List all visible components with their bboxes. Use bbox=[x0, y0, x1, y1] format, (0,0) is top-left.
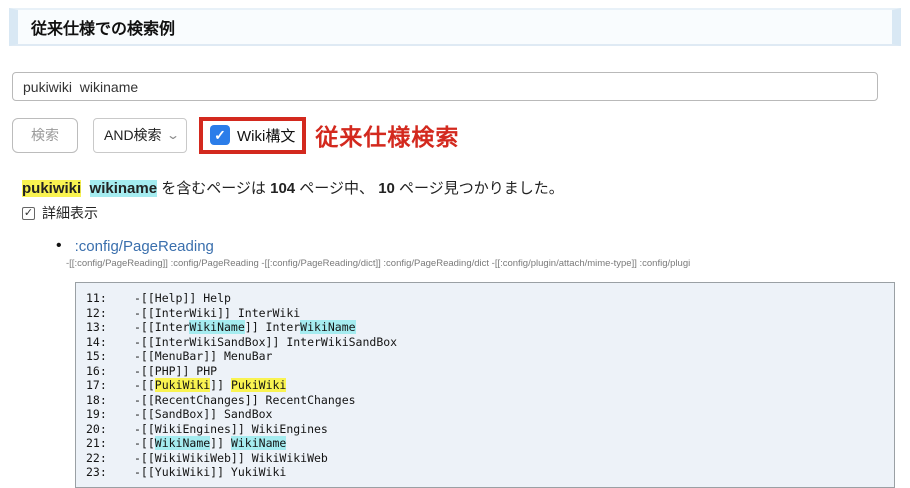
code-line: 19:-[[SandBox]] SandBox bbox=[86, 407, 894, 422]
text-segment: -[[ bbox=[134, 436, 155, 450]
detail-display-label: 詳細表示 bbox=[42, 203, 98, 223]
annotation-text: 従来仕様検索 bbox=[315, 118, 459, 152]
search-input[interactable] bbox=[12, 72, 878, 101]
code-line-number: 14: bbox=[86, 335, 134, 350]
code-line: 13:-[[InterWikiName]] InterWikiName bbox=[86, 320, 894, 335]
code-line: 14:-[[InterWikiSandBox]] InterWikiSandBo… bbox=[86, 335, 894, 350]
highlighted-term: PukiWiki bbox=[155, 378, 210, 392]
code-line: 17:-[[PukiWiki]] PukiWiki bbox=[86, 378, 894, 393]
text-segment: -[[PHP]] PHP bbox=[134, 364, 217, 378]
code-line-number: 16: bbox=[86, 364, 134, 379]
search-result-summary: pukiwiki wikiname を含むページは 104 ページ中、 10 ペ… bbox=[22, 177, 910, 198]
code-line: 16:-[[PHP]] PHP bbox=[86, 364, 894, 379]
code-line-number: 21: bbox=[86, 436, 134, 451]
code-preview-block: 11:-[[Help]] Help12:-[[InterWiki]] Inter… bbox=[75, 282, 895, 488]
text-segment: ページ見つかりました。 bbox=[395, 180, 564, 197]
text-segment: -[[WikiEngines]] WikiEngines bbox=[134, 422, 328, 436]
text-segment: を含むページは bbox=[157, 180, 270, 197]
section-header: 従来仕様での検索例 bbox=[9, 8, 901, 46]
code-line-number: 19: bbox=[86, 407, 134, 422]
bullet-icon: • bbox=[56, 237, 62, 255]
annotation-highlight-box: ✓ Wiki構文 bbox=[199, 117, 306, 154]
result-match-context: -[[:config/PageReading]] :config/PageRea… bbox=[66, 258, 898, 269]
code-line-number: 20: bbox=[86, 422, 134, 437]
search-mode-value: AND検索 bbox=[104, 125, 162, 145]
code-line-number: 12: bbox=[86, 306, 134, 321]
code-line: 23:-[[YukiWiki]] YukiWiki bbox=[86, 465, 894, 480]
code-line-number: 15: bbox=[86, 349, 134, 364]
search-button[interactable]: 検索 bbox=[12, 118, 78, 153]
text-segment: 10 bbox=[378, 180, 395, 197]
code-line-number: 17: bbox=[86, 378, 134, 393]
highlighted-term: WikiName bbox=[155, 436, 210, 450]
code-line-number: 23: bbox=[86, 465, 134, 480]
code-line-number: 18: bbox=[86, 393, 134, 408]
code-line: 18:-[[RecentChanges]] RecentChanges bbox=[86, 393, 894, 408]
highlighted-term: WikiName bbox=[189, 320, 244, 334]
checkmark-icon: ✓ bbox=[24, 208, 33, 219]
text-segment: -[[SandBox]] SandBox bbox=[134, 407, 272, 421]
text-segment: -[[YukiWiki]] YukiWiki bbox=[134, 465, 286, 479]
text-segment: -[[Help]] Help bbox=[134, 291, 231, 305]
code-line: 22:-[[WikiWikiWeb]] WikiWikiWeb bbox=[86, 451, 894, 466]
highlighted-term: wikiname bbox=[90, 180, 158, 197]
text-segment: ]] Inter bbox=[245, 320, 300, 334]
text-segment bbox=[81, 180, 89, 197]
text-segment: -[[WikiWikiWeb]] WikiWikiWeb bbox=[134, 451, 328, 465]
text-segment: -[[InterWikiSandBox]] InterWikiSandBox bbox=[134, 335, 397, 349]
text-segment: ]] bbox=[210, 378, 231, 392]
section-title: 従来仕様での検索例 bbox=[31, 15, 175, 39]
code-line: 12:-[[InterWiki]] InterWiki bbox=[86, 306, 894, 321]
wiki-syntax-label: Wiki構文 bbox=[237, 125, 295, 146]
result-item: • :config/PageReading -[[:config/PageRea… bbox=[56, 237, 910, 269]
text-segment: ]] bbox=[210, 436, 231, 450]
text-segment: -[[MenuBar]] MenuBar bbox=[134, 349, 272, 363]
code-line: 11:-[[Help]] Help bbox=[86, 291, 894, 306]
checkmark-icon: ✓ bbox=[214, 127, 226, 144]
code-line-number: 13: bbox=[86, 320, 134, 335]
code-line-number: 22: bbox=[86, 451, 134, 466]
detail-display-checkbox[interactable]: ✓ bbox=[22, 207, 35, 220]
code-line: 15:-[[MenuBar]] MenuBar bbox=[86, 349, 894, 364]
result-page-link[interactable]: :config/PageReading bbox=[75, 238, 214, 255]
code-line: 21:-[[WikiName]] WikiName bbox=[86, 436, 894, 451]
text-segment: ページ中、 bbox=[295, 180, 378, 197]
search-mode-select[interactable]: AND検索 ⌄ bbox=[93, 118, 187, 153]
text-segment: -[[InterWiki]] InterWiki bbox=[134, 306, 300, 320]
text-segment: -[[RecentChanges]] RecentChanges bbox=[134, 393, 356, 407]
wiki-syntax-checkbox[interactable]: ✓ bbox=[210, 125, 230, 145]
code-line-number: 11: bbox=[86, 291, 134, 306]
highlighted-term: PukiWiki bbox=[231, 378, 286, 392]
chevron-down-icon: ⌄ bbox=[166, 129, 180, 141]
search-controls: 検索 AND検索 ⌄ ✓ Wiki構文 従来仕様検索 bbox=[12, 113, 910, 157]
detail-display-row: ✓ 詳細表示 bbox=[22, 203, 910, 223]
text-segment: 104 bbox=[270, 180, 295, 197]
highlighted-term: pukiwiki bbox=[22, 180, 81, 197]
text-segment: -[[ bbox=[134, 378, 155, 392]
code-line: 20:-[[WikiEngines]] WikiEngines bbox=[86, 422, 894, 437]
highlighted-term: WikiName bbox=[300, 320, 355, 334]
text-segment: -[[Inter bbox=[134, 320, 189, 334]
highlighted-term: WikiName bbox=[231, 436, 286, 450]
